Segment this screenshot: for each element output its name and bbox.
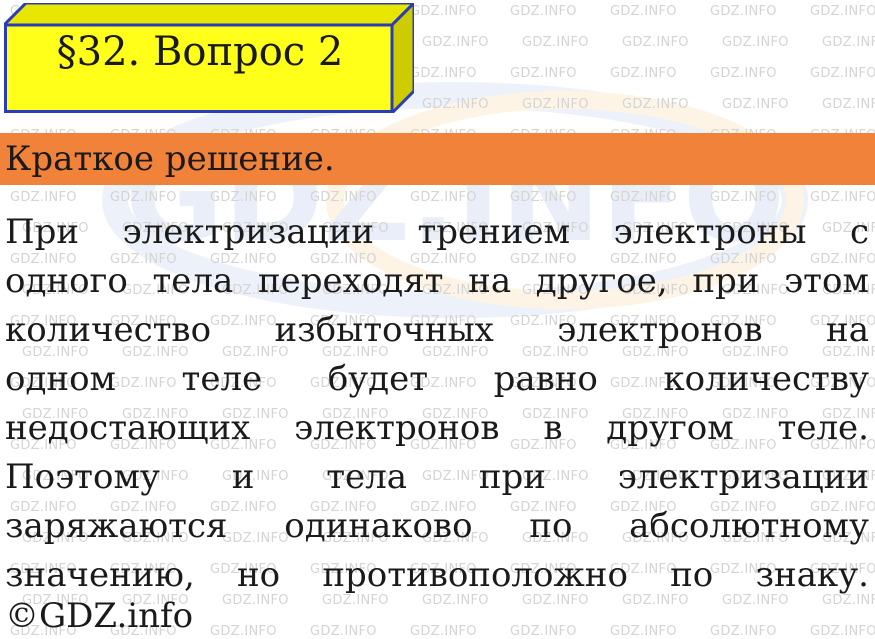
watermark-text: GDZ.INFO bbox=[722, 97, 789, 112]
word: переходят bbox=[257, 261, 444, 301]
word: на bbox=[468, 261, 512, 301]
watermark-text: GDZ.INFO bbox=[622, 97, 689, 112]
watermark-text: GDZ.INFO bbox=[810, 4, 875, 19]
text-line: значению, но противоположно по знаку. bbox=[5, 551, 869, 600]
answer-paragraph: При электризации трением электроны с одного те… bbox=[5, 208, 869, 600]
watermark-text: GDZ.INFO bbox=[710, 624, 777, 639]
watermark-text: GDZ.INFO bbox=[610, 190, 677, 205]
word: избыточных bbox=[274, 310, 494, 350]
text-line: количество избыточных электронов на bbox=[5, 306, 869, 355]
solution-banner: Краткое решение. bbox=[0, 133, 875, 185]
watermark-text: GDZ.INFO bbox=[310, 190, 377, 205]
text-line: одного тела переходят на другое, при этом bbox=[5, 257, 869, 306]
word: электронов bbox=[294, 408, 500, 448]
watermark-text: GDZ.INFO bbox=[822, 97, 875, 112]
watermark-text: GDZ.INFO bbox=[310, 624, 377, 639]
word: этом bbox=[784, 261, 869, 301]
word: но bbox=[237, 555, 281, 595]
word: электризации bbox=[617, 457, 869, 497]
word: количество bbox=[5, 310, 212, 350]
watermark-text: GDZ.INFO bbox=[610, 624, 677, 639]
word: при bbox=[692, 261, 760, 301]
word: одинаково bbox=[284, 506, 473, 546]
word: заряжаются bbox=[5, 506, 228, 546]
word: будет bbox=[327, 359, 429, 399]
word: по bbox=[670, 555, 714, 595]
watermark-text: GDZ.INFO bbox=[410, 66, 477, 81]
watermark-text: GDZ.INFO bbox=[422, 97, 489, 112]
title-box: §32. Вопрос 2 bbox=[4, 3, 414, 113]
word: и bbox=[231, 457, 255, 497]
watermark-text: GDZ.INFO bbox=[522, 35, 589, 50]
watermark-text: GDZ.INFO bbox=[110, 190, 177, 205]
watermark-text: GDZ.INFO bbox=[610, 66, 677, 81]
watermark-text: GDZ.INFO bbox=[422, 35, 489, 50]
watermark-text: GDZ.INFO bbox=[822, 35, 875, 50]
word: по bbox=[529, 506, 573, 546]
word: количеству bbox=[663, 359, 869, 399]
watermark-text: GDZ.INFO bbox=[710, 190, 777, 205]
watermark-text: GDZ.INFO bbox=[410, 4, 477, 19]
text-line: Поэтому и тела при электризации bbox=[5, 453, 869, 502]
word: трением bbox=[417, 212, 571, 252]
watermark-text: GDZ.INFO bbox=[610, 4, 677, 19]
page-title: §32. Вопрос 2 bbox=[56, 29, 344, 75]
text-line: одном теле будет равно количеству bbox=[5, 355, 869, 404]
word: электризации bbox=[122, 212, 374, 252]
word: значению, bbox=[5, 555, 195, 595]
word: Поэтому bbox=[5, 457, 160, 497]
watermark-text: GDZ.INFO bbox=[722, 35, 789, 50]
watermark-text: GDZ.INFO bbox=[710, 66, 777, 81]
word: электроны bbox=[613, 212, 807, 252]
text-line: недостающих электронов в другом теле. bbox=[5, 404, 869, 453]
word: при bbox=[478, 457, 546, 497]
word: равно bbox=[493, 359, 598, 399]
word: При bbox=[5, 212, 80, 252]
watermark-text: GDZ.INFO bbox=[810, 190, 875, 205]
word: противоположно bbox=[322, 555, 628, 595]
word: тела bbox=[326, 457, 408, 497]
word: с bbox=[849, 212, 869, 252]
watermark-text: GDZ.INFO bbox=[510, 624, 577, 639]
watermark-text: GDZ.INFO bbox=[810, 624, 875, 639]
watermark-text: GDZ.INFO bbox=[510, 4, 577, 19]
banner-label: Краткое решение. bbox=[5, 139, 335, 179]
watermark-text: GDZ.INFO bbox=[410, 190, 477, 205]
watermark-text: GDZ.INFO bbox=[522, 97, 589, 112]
word: одного bbox=[5, 261, 128, 301]
word: знаку. bbox=[755, 555, 869, 595]
text-line: При электризации трением электроны с bbox=[5, 208, 869, 257]
watermark-text: GDZ.INFO bbox=[410, 624, 477, 639]
word: другое, bbox=[535, 261, 668, 301]
word: недостающих bbox=[5, 408, 251, 448]
watermark-text: GDZ.INFO bbox=[810, 66, 875, 81]
word: на bbox=[826, 310, 869, 350]
word: тела bbox=[152, 261, 234, 301]
watermark-text: GDZ.INFO bbox=[510, 190, 577, 205]
watermark-text: GDZ.INFO bbox=[10, 190, 77, 205]
word: одном bbox=[5, 359, 116, 399]
text-line: заряжаются одинаково по абсолютному bbox=[5, 502, 869, 551]
watermark-text: GDZ.INFO bbox=[622, 35, 689, 50]
copyright-text: ©GDZ.info bbox=[5, 596, 194, 636]
word: в bbox=[543, 408, 563, 448]
word: другом bbox=[606, 408, 734, 448]
watermark-text: GDZ.INFO bbox=[710, 4, 777, 19]
word: абсолютному bbox=[629, 506, 869, 546]
word: теле. bbox=[777, 408, 869, 448]
word: теле bbox=[181, 359, 263, 399]
watermark-text: GDZ.INFO bbox=[510, 66, 577, 81]
word: электронов bbox=[557, 310, 763, 350]
watermark-text: GDZ.INFO bbox=[210, 190, 277, 205]
watermark-text: GDZ.INFO bbox=[210, 624, 277, 639]
